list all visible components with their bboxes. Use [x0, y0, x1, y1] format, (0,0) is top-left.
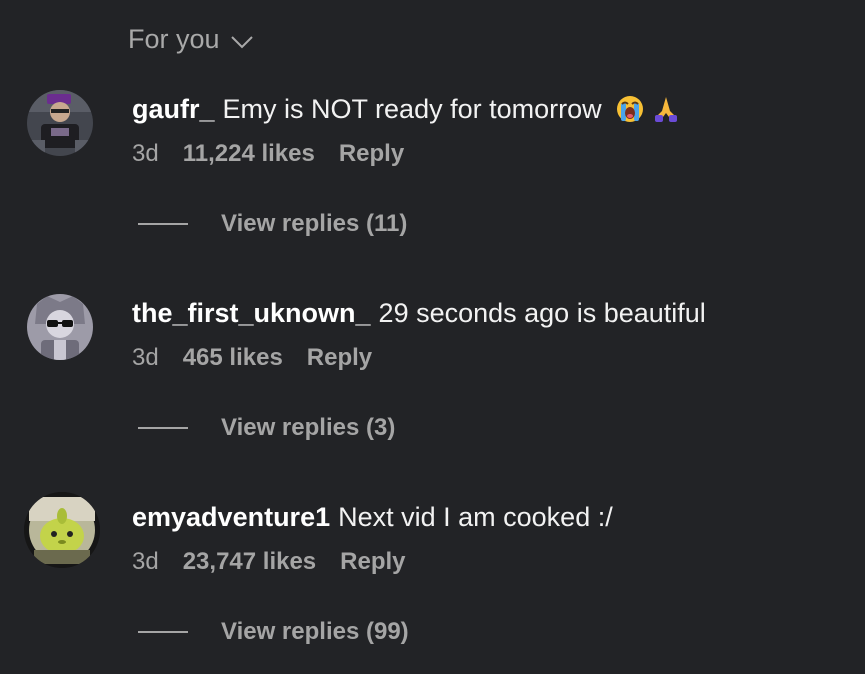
folded-hands-icon [654, 97, 677, 122]
view-replies-label: View replies (11) [221, 210, 408, 237]
comment-meta: 3d 23,747 likes Reply [132, 548, 406, 576]
comment-age: 3d [132, 140, 159, 167]
comment-likes: 11,224 likes [182, 140, 315, 167]
sort-label: For you [128, 24, 220, 54]
comment-username[interactable]: the_first_uknown_ [132, 296, 371, 330]
comment-likes: 23,747 likes [182, 548, 317, 575]
view-replies-button[interactable]: View replies (3) [138, 414, 395, 442]
comment-username[interactable]: gaufr_ [132, 92, 215, 126]
reply-button[interactable]: Reply [339, 140, 404, 168]
comment-text-line: gaufr_ Emy is NOT ready for tomorrow [132, 92, 680, 126]
comment-likes: 465 likes [182, 344, 283, 371]
comment-meta: 3d 11,224 likes Reply [132, 140, 404, 168]
comment-age: 3d [132, 548, 159, 575]
comment-username[interactable]: emyadventure1 [132, 500, 330, 534]
comment-age: 3d [132, 344, 159, 371]
comment-meta: 3d 465 likes Reply [132, 344, 372, 372]
comments-panel: For you gaufr_ Emy is NOT ready for tomo… [0, 0, 865, 674]
comment-text: 29 seconds ago is beautiful [378, 298, 706, 328]
avatar[interactable] [27, 90, 93, 156]
avatar[interactable] [24, 492, 100, 568]
view-replies-button[interactable]: View replies (11) [138, 210, 407, 238]
comment-text-line: the_first_uknown_ 29 seconds ago is beau… [132, 296, 706, 330]
comment-text-line: emyadventure1 Next vid I am cooked :/ [132, 500, 613, 534]
reply-button[interactable]: Reply [307, 344, 372, 372]
replies-divider [138, 427, 188, 429]
reply-button[interactable]: Reply [340, 548, 405, 576]
view-replies-button[interactable]: View replies (99) [138, 618, 409, 646]
replies-divider [138, 631, 188, 633]
comment-text: Emy is NOT ready for tomorrow [222, 94, 602, 124]
view-replies-label: View replies (3) [221, 414, 396, 441]
sort-dropdown[interactable]: For you [128, 24, 254, 55]
chevron-down-icon [230, 35, 253, 48]
replies-divider [138, 223, 188, 225]
comment-text: Next vid I am cooked :/ [338, 502, 613, 532]
loudly-crying-face-icon [616, 96, 643, 122]
view-replies-label: View replies (99) [221, 618, 409, 645]
avatar[interactable] [27, 294, 93, 360]
